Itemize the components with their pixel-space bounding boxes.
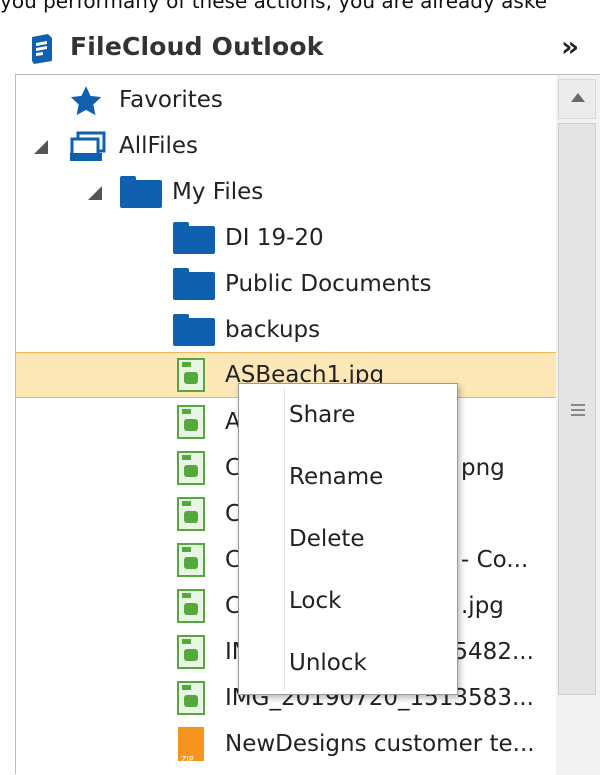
context-menu: Share Rename Delete Lock Unlock — [238, 383, 458, 695]
scroll-up-arrow-icon[interactable] — [558, 79, 596, 119]
menu-item-rename[interactable]: Rename — [289, 457, 449, 497]
image-file-icon — [177, 451, 205, 485]
tree-item-label: DI 19-20 — [225, 225, 324, 251]
tree-item-folder[interactable]: backups — [16, 307, 556, 353]
menu-item-lock[interactable]: Lock — [289, 581, 449, 621]
tree-item-favorites[interactable]: Favorites — [16, 77, 556, 123]
vertical-scrollbar[interactable] — [556, 75, 600, 775]
image-file-icon — [177, 543, 205, 577]
image-file-icon — [177, 497, 205, 531]
grip-icon — [571, 404, 585, 416]
tree-item-label-tail: .jpg — [461, 593, 504, 619]
tree-item-label: NewDesigns customer te... — [225, 731, 535, 757]
menu-item-unlock[interactable]: Unlock — [289, 643, 449, 683]
tree-item-file[interactable]: NewDesigns customer te... — [16, 721, 556, 767]
tree-item-label-tail: png — [461, 455, 505, 481]
zip-file-icon — [178, 727, 204, 767]
folder-icon — [173, 222, 215, 254]
image-file-icon — [177, 589, 205, 623]
tree-item-folder[interactable]: Public Documents — [16, 261, 556, 307]
tree-item-label: Public Documents — [225, 271, 432, 297]
scroll-thumb[interactable] — [558, 123, 596, 695]
tree-item-label-tail: - Co... — [461, 547, 529, 573]
menu-item-delete[interactable]: Delete — [289, 519, 449, 559]
expanded-arrow-icon[interactable] — [88, 186, 102, 200]
image-file-icon — [177, 681, 205, 715]
background-document-text: you performany of these actions, you are… — [0, 0, 548, 13]
folder-icon — [173, 314, 215, 346]
image-file-icon — [177, 405, 205, 439]
collapse-panel-button[interactable]: » — [552, 30, 588, 64]
menu-gutter — [284, 388, 285, 690]
tree-item-label: My Files — [172, 179, 264, 205]
menu-item-share[interactable]: Share — [289, 395, 449, 435]
image-file-icon — [177, 358, 205, 392]
app-title: FileCloud Outlook — [70, 32, 324, 61]
tree-item-label: Favorites — [119, 87, 223, 113]
expanded-arrow-icon[interactable] — [34, 140, 48, 154]
tree-item-label: backups — [225, 317, 321, 343]
star-icon — [70, 86, 102, 116]
tree-item-folder[interactable]: DI 19-20 — [16, 215, 556, 261]
tree-item-label: AllFiles — [119, 133, 198, 159]
tree-item-my-files[interactable]: My Files — [16, 169, 556, 215]
all-files-icon — [70, 131, 106, 161]
filecloud-logo-icon — [32, 34, 52, 64]
folder-icon — [120, 176, 162, 208]
addin-header: FileCloud Outlook » — [0, 18, 600, 76]
folder-icon — [173, 268, 215, 300]
image-file-icon — [177, 635, 205, 669]
tree-item-allfiles[interactable]: AllFiles — [16, 123, 556, 169]
